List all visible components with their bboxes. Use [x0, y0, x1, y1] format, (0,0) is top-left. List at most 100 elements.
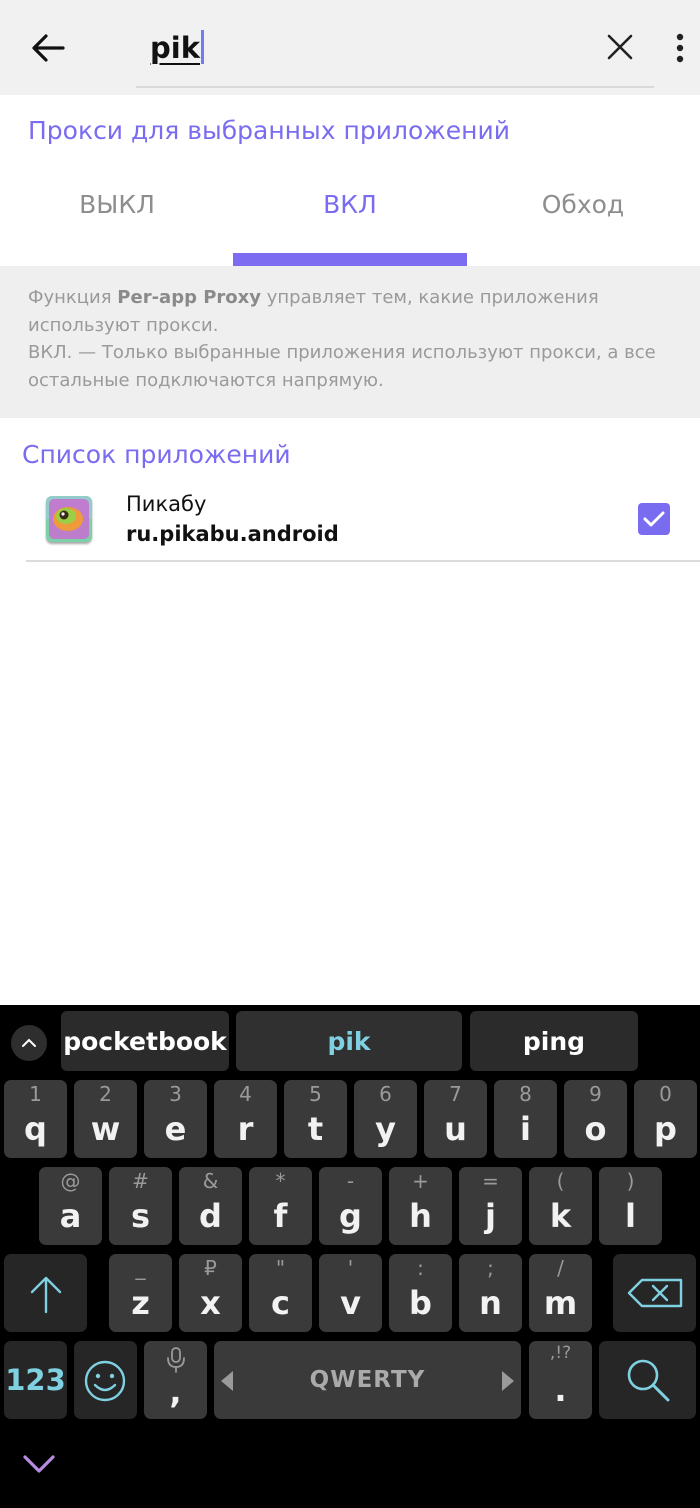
key-y[interactable]: 6y: [354, 1080, 417, 1158]
active-tab-indicator: [233, 253, 467, 266]
tab-on[interactable]: ВКЛ: [233, 190, 467, 230]
key-hint: @: [60, 1169, 81, 1193]
info-description: Функция Per-app Proxy управляет тем, как…: [28, 284, 672, 339]
search-key[interactable]: [599, 1341, 696, 1419]
key-hint: /: [557, 1256, 564, 1280]
key-hint: _: [135, 1256, 146, 1280]
key-k[interactable]: (k: [529, 1167, 592, 1245]
key-a[interactable]: @ a: [39, 1167, 102, 1245]
app-name: Пикабу: [126, 492, 207, 516]
key-label: z: [131, 1284, 150, 1322]
key-i[interactable]: 8i: [494, 1080, 557, 1158]
chevron-right-icon: [502, 1371, 514, 1391]
key-hint: ): [626, 1169, 635, 1193]
comma-key[interactable]: ,: [144, 1341, 207, 1419]
key-hint: -: [346, 1169, 355, 1193]
key-o[interactable]: 9o: [564, 1080, 627, 1158]
suggestions-expand-button[interactable]: [11, 1025, 47, 1061]
key-label: r: [237, 1110, 254, 1148]
search-toolbar: pik: [0, 0, 700, 95]
info-on-description: ВКЛ. — Только выбранные приложения испол…: [28, 342, 656, 391]
key-n[interactable]: ; n: [459, 1254, 522, 1332]
key-r[interactable]: 4r: [214, 1080, 277, 1158]
key-m[interactable]: / m: [529, 1254, 592, 1332]
space-key-label: QWERTY: [309, 1367, 426, 1393]
key-f[interactable]: * f: [249, 1167, 312, 1245]
key-v[interactable]: ' v: [319, 1254, 382, 1332]
numbers-key-label: 123: [5, 1363, 66, 1397]
back-button[interactable]: [24, 24, 72, 72]
close-icon: [607, 34, 633, 60]
key-label: b: [409, 1284, 432, 1322]
key-hint: 7: [449, 1082, 462, 1106]
app-checkbox[interactable]: [638, 503, 670, 535]
key-b[interactable]: :b: [389, 1254, 452, 1332]
key-c[interactable]: " c: [249, 1254, 312, 1332]
key-hint: (: [556, 1169, 565, 1193]
suggestion-2[interactable]: pik: [236, 1011, 462, 1071]
suggestion-3[interactable]: ping: [470, 1011, 638, 1071]
key-h[interactable]: + h: [389, 1167, 452, 1245]
key-p[interactable]: 0p: [634, 1080, 697, 1158]
key-label: x: [200, 1284, 221, 1322]
backspace-key[interactable]: [613, 1254, 696, 1332]
list-item[interactable]: Пикабу ru.pikabu.android: [26, 484, 700, 562]
key-label: c: [271, 1284, 290, 1322]
tab-bypass[interactable]: Обход: [466, 190, 700, 230]
arrow-left-icon: [32, 34, 65, 62]
search-field[interactable]: pik: [136, 14, 654, 88]
key-z[interactable]: _ z: [109, 1254, 172, 1332]
pikabu-app-icon: [46, 496, 92, 542]
chevron-down-icon: [23, 1455, 55, 1473]
key-label: k: [549, 1197, 572, 1235]
key-label: q: [24, 1110, 47, 1148]
hide-keyboard-button[interactable]: [22, 1451, 56, 1479]
key-label: s: [130, 1197, 151, 1235]
key-label: d: [199, 1197, 222, 1235]
key-hint: ;: [487, 1256, 494, 1280]
key-j[interactable]: = j: [459, 1167, 522, 1245]
key-e[interactable]: 3e: [144, 1080, 207, 1158]
key-l[interactable]: ) l: [599, 1167, 662, 1245]
key-x[interactable]: ₽ x: [179, 1254, 242, 1332]
key-hint: 3: [169, 1082, 182, 1106]
key-hint: &: [202, 1169, 219, 1193]
key-label: e: [164, 1110, 187, 1148]
space-key[interactable]: QWERTY: [214, 1341, 521, 1419]
text-caret: [201, 30, 204, 64]
key-label: l: [625, 1197, 636, 1235]
key-hint: #: [132, 1169, 149, 1193]
key-w[interactable]: 2w: [74, 1080, 137, 1158]
more-vertical-icon: [676, 33, 684, 63]
key-hint: ,!?: [549, 1343, 572, 1363]
key-t[interactable]: 5t: [284, 1080, 347, 1158]
period-key-label: .: [554, 1371, 567, 1409]
key-hint: 9: [589, 1082, 602, 1106]
key-label: v: [340, 1284, 361, 1322]
more-options-button[interactable]: [664, 28, 696, 68]
key-g[interactable]: -g: [319, 1167, 382, 1245]
clear-search-button[interactable]: [597, 24, 643, 70]
search-input[interactable]: pik: [150, 30, 204, 65]
key-label: f: [273, 1197, 288, 1235]
key-u[interactable]: 7u: [424, 1080, 487, 1158]
key-hint: 1: [29, 1082, 42, 1106]
key-label: n: [479, 1284, 502, 1322]
numbers-key[interactable]: 123: [4, 1341, 67, 1419]
key-q[interactable]: 1q: [4, 1080, 67, 1158]
tab-off[interactable]: ВЫКЛ: [0, 190, 234, 230]
proxy-info-box: Функция Per-app Proxy управляет тем, как…: [0, 266, 700, 418]
key-hint: 5: [309, 1082, 322, 1106]
shift-key[interactable]: [4, 1254, 87, 1332]
info-prefix: Функция: [28, 287, 118, 308]
key-hint: 0: [659, 1082, 672, 1106]
key-label: g: [339, 1197, 362, 1235]
key-hint: 4: [239, 1082, 252, 1106]
key-label: y: [375, 1110, 396, 1148]
key-s[interactable]: # s: [109, 1167, 172, 1245]
smiley-icon: [84, 1360, 126, 1402]
key-d[interactable]: & d: [179, 1167, 242, 1245]
period-key[interactable]: ,!? .: [529, 1341, 592, 1419]
emoji-key[interactable]: [74, 1341, 137, 1419]
suggestion-1[interactable]: pocketbook: [61, 1011, 229, 1071]
